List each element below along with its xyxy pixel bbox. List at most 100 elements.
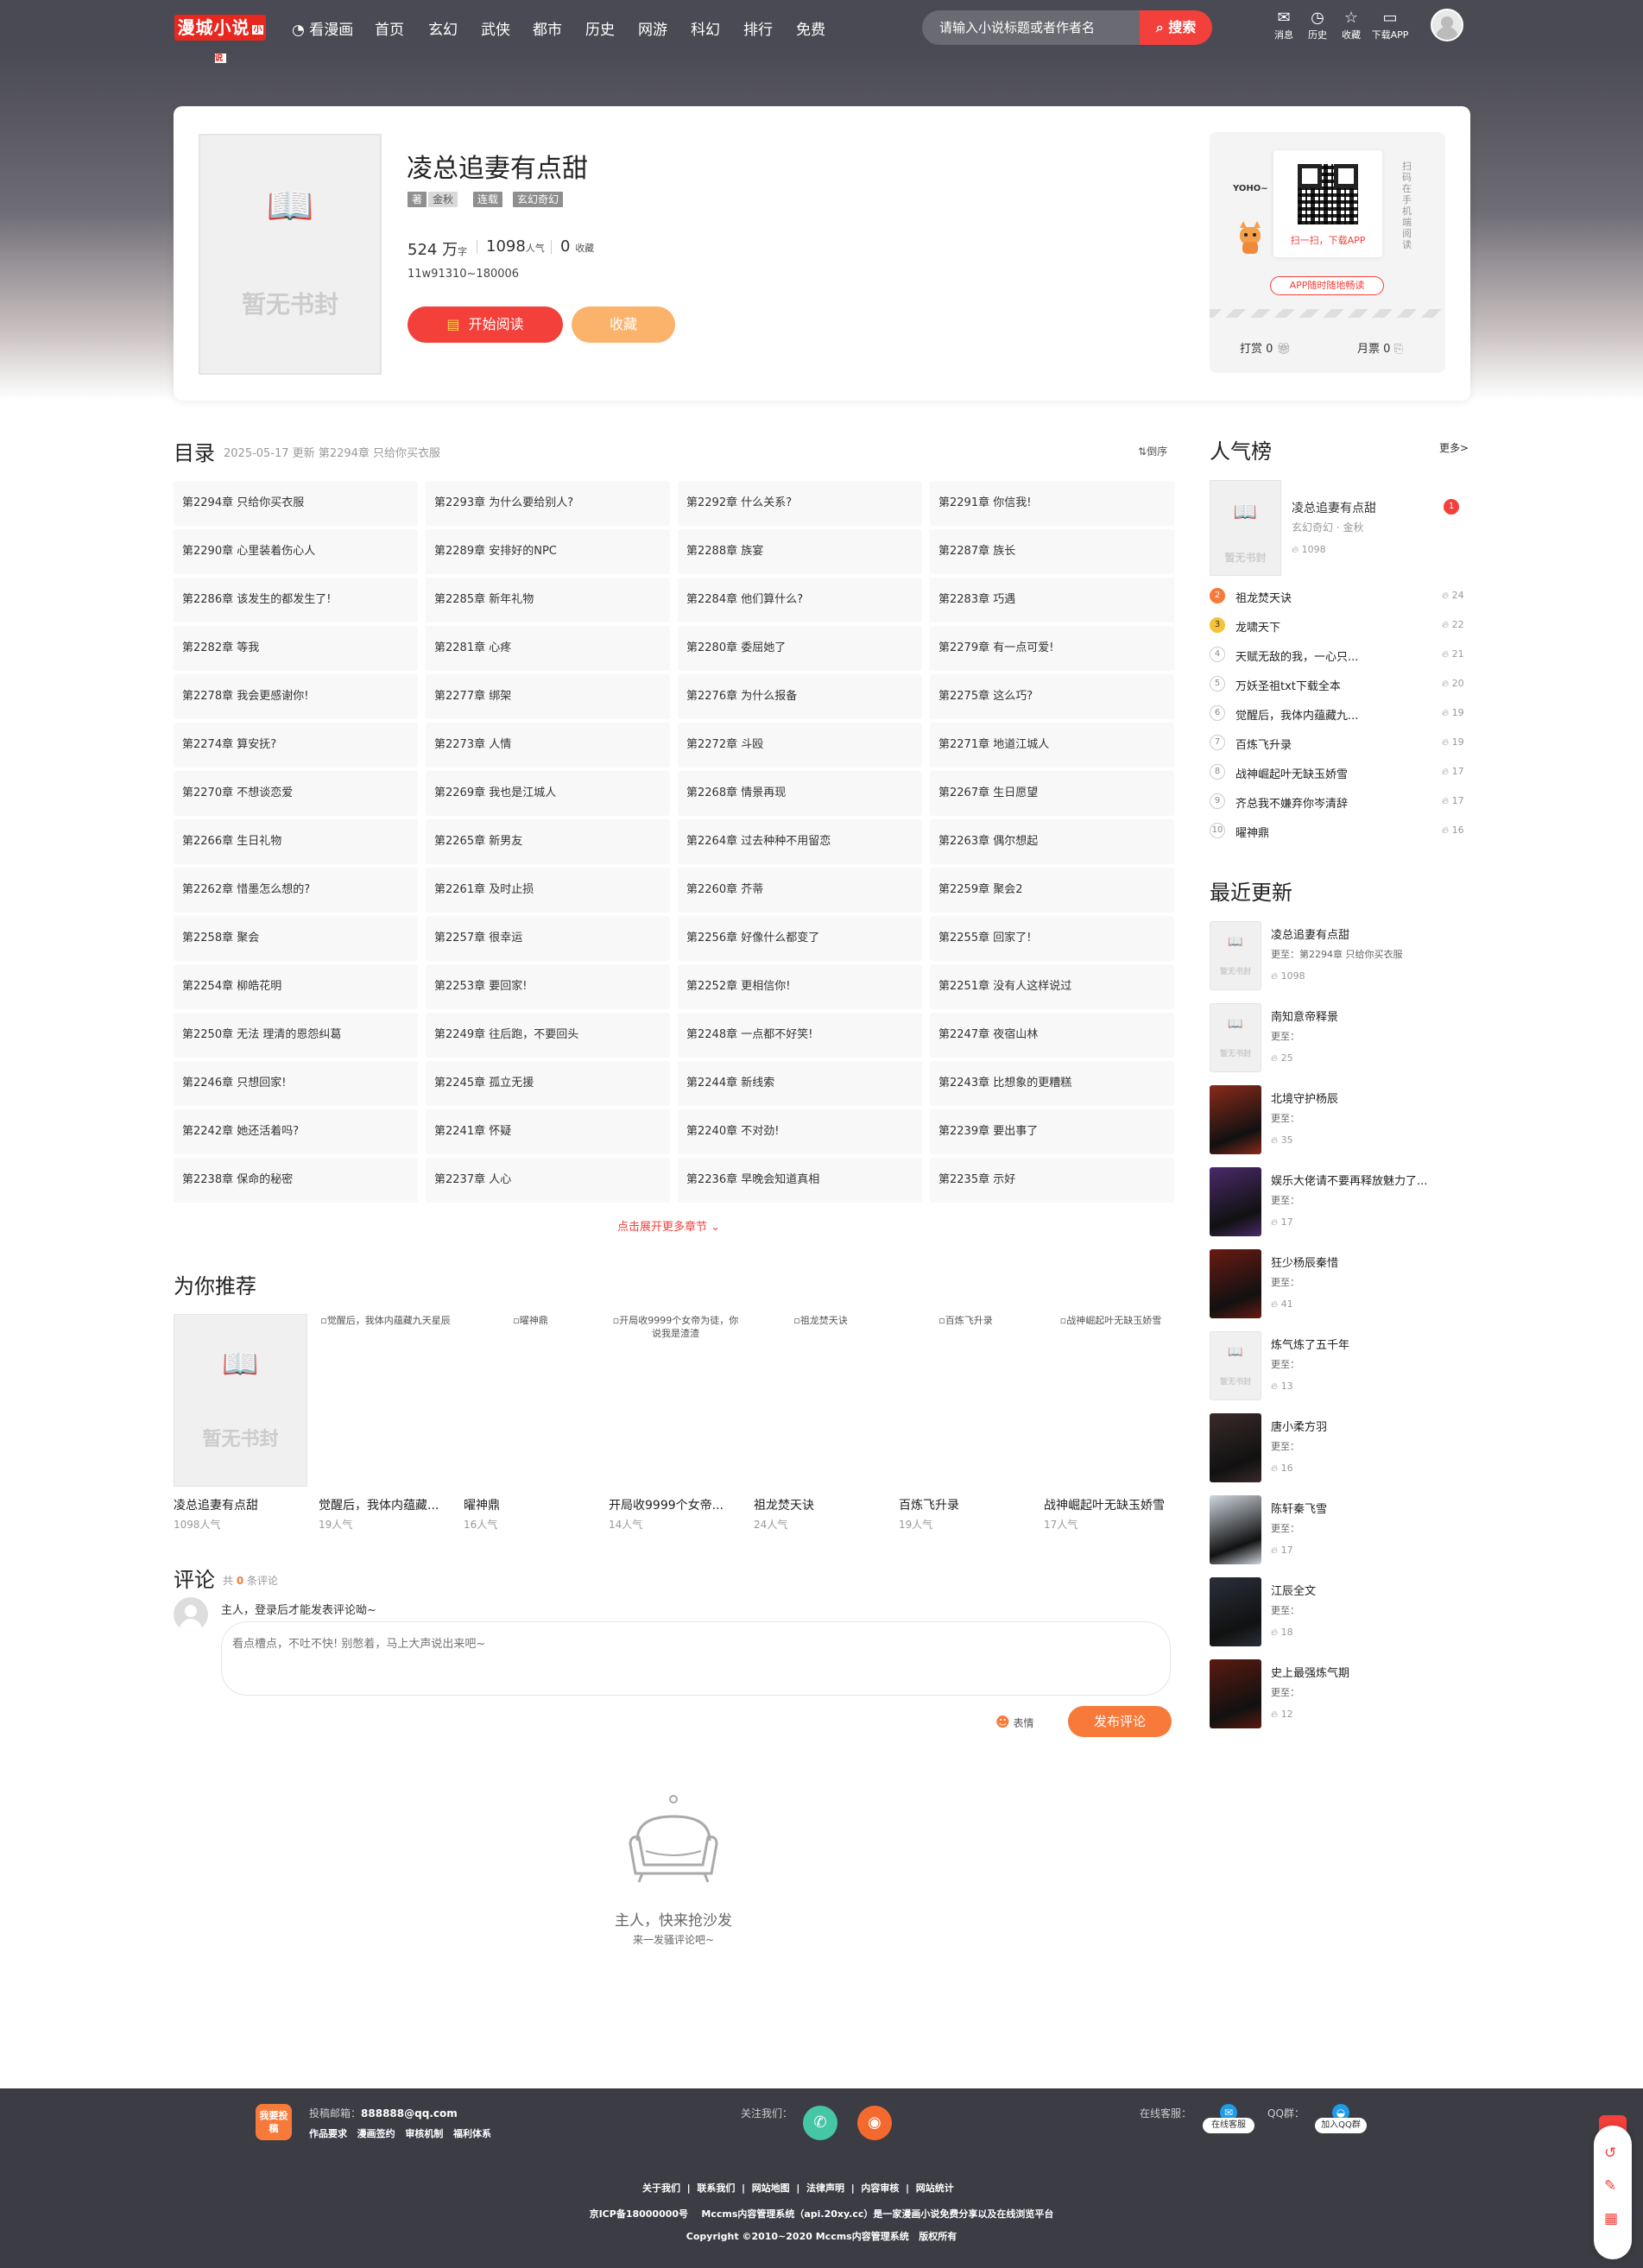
recommend-item[interactable]: ▫战神崛起叶无缺玉娇雪 bbox=[1044, 1314, 1178, 1487]
download-app-button[interactable]: ▭ 下载APP bbox=[1371, 9, 1409, 41]
update-title[interactable]: 北境守护杨辰 bbox=[1271, 1090, 1452, 1106]
messages-button[interactable]: ✉ 消息 bbox=[1265, 9, 1303, 41]
chapter-link[interactable]: 第2251章 没有人这样说过 bbox=[930, 964, 1174, 1009]
chapter-link[interactable]: 第2293章 为什么要给别人? bbox=[426, 481, 670, 526]
nav-item-comics[interactable]: ◔ 看漫画 bbox=[292, 17, 353, 39]
chapter-link[interactable]: 第2252章 更相信你! bbox=[678, 964, 922, 1009]
recommend-title[interactable]: 战神崛起叶无缺玉娇雪 bbox=[1044, 1496, 1178, 1513]
rank-item-title[interactable]: 龙啸天下 bbox=[1235, 618, 1280, 635]
chapter-link[interactable]: 第2288章 族宴 bbox=[678, 529, 922, 574]
add-favorite-button[interactable]: 收藏 bbox=[572, 306, 675, 343]
chapter-link[interactable]: 第2261章 及时止损 bbox=[426, 868, 670, 913]
update-title[interactable]: 炼气炼了五千年 bbox=[1271, 1336, 1452, 1352]
chapter-link[interactable]: 第2292章 什么关系? bbox=[678, 481, 922, 526]
sort-toggle[interactable]: ⇅倒序 bbox=[1138, 444, 1167, 458]
chapter-link[interactable]: 第2241章 怀疑 bbox=[426, 1109, 670, 1154]
chapter-link[interactable]: 第2283章 巧遇 bbox=[930, 578, 1174, 622]
chapter-link[interactable]: 第2272章 斗殴 bbox=[678, 723, 922, 768]
nav-item-ranking[interactable]: 排行 bbox=[743, 17, 773, 39]
edit-float-icon[interactable]: ✎ bbox=[1604, 2177, 1616, 2195]
chapter-link[interactable]: 第2238章 保命的秘密 bbox=[174, 1158, 418, 1203]
update-title[interactable]: 娱乐大佬请不要再释放魅力了... bbox=[1271, 1172, 1452, 1188]
chapter-link[interactable]: 第2286章 该发生的都发生了! bbox=[174, 578, 418, 622]
chapter-link[interactable]: 第2260章 芥蒂 bbox=[678, 868, 922, 913]
chapter-link[interactable]: 第2278章 我会更感谢你! bbox=[174, 674, 418, 719]
chapter-link[interactable]: 第2240章 不对劲! bbox=[678, 1109, 922, 1154]
ranking-more-link[interactable]: 更多> bbox=[1439, 440, 1469, 455]
chapter-link[interactable]: 第2282章 等我 bbox=[174, 626, 418, 671]
chapter-link[interactable]: 第2284章 他们算什么? bbox=[678, 578, 922, 622]
chapter-link[interactable]: 第2287章 族长 bbox=[930, 529, 1174, 574]
chapter-link[interactable]: 第2262章 惜墨怎么想的? bbox=[174, 868, 418, 913]
chapter-link[interactable]: 第2254章 柳皓花明 bbox=[174, 964, 418, 1009]
recommend-title[interactable]: 祖龙焚天诀 bbox=[754, 1496, 888, 1513]
chapter-link[interactable]: 第2294章 只给你买衣服 bbox=[174, 481, 418, 526]
chapter-link[interactable]: 第2267章 生日愿望 bbox=[930, 771, 1174, 816]
recommend-item[interactable]: ▫觉醒后，我体内蕴藏九天星辰 bbox=[319, 1314, 452, 1487]
chapter-link[interactable]: 第2248章 一点都不好笑! bbox=[678, 1013, 922, 1058]
recommend-title[interactable]: 曜神鼎 bbox=[464, 1496, 597, 1513]
chapter-link[interactable]: 第2263章 偶尔想起 bbox=[930, 819, 1174, 864]
update-cover[interactable] bbox=[1210, 1167, 1261, 1236]
author-name[interactable]: 金秋 bbox=[428, 192, 458, 207]
chapter-link[interactable]: 第2276章 为什么报备 bbox=[678, 674, 922, 719]
chapter-link[interactable]: 第2279章 有一点可爱! bbox=[930, 626, 1174, 671]
update-title[interactable]: 狂少杨辰秦惜 bbox=[1271, 1254, 1452, 1270]
chapter-link[interactable]: 第2266章 生日礼物 bbox=[174, 819, 418, 864]
site-logo[interactable]: 漫城小说 小说 bbox=[174, 15, 266, 63]
chapter-link[interactable]: 第2264章 过去种种不用留恋 bbox=[678, 819, 922, 864]
online-service-button[interactable]: ✉ 在线客服 bbox=[1203, 2104, 1254, 2133]
chapter-link[interactable]: 第2235章 示好 bbox=[930, 1158, 1174, 1203]
update-title[interactable]: 唐小柔方羽 bbox=[1271, 1418, 1452, 1434]
chapter-link[interactable]: 第2289章 安排好的NPC bbox=[426, 529, 670, 574]
recommend-title[interactable]: 百炼飞升录 bbox=[899, 1496, 1033, 1513]
search-button[interactable]: ⌕ 搜索 bbox=[1140, 10, 1212, 45]
chapter-link[interactable]: 第2274章 算安抚? bbox=[174, 723, 418, 768]
chapter-link[interactable]: 第2273章 人情 bbox=[426, 723, 670, 768]
update-cover[interactable] bbox=[1210, 1577, 1261, 1646]
update-cover[interactable]: 📖 暂无书封 bbox=[1210, 1003, 1261, 1072]
chapter-link[interactable]: 第2259章 聚会2 bbox=[930, 868, 1174, 913]
history-float-icon[interactable]: ↺ bbox=[1604, 2145, 1616, 2162]
nav-item-wuxia[interactable]: 武侠 bbox=[481, 17, 510, 39]
expand-chapters-link[interactable]: 点击展开更多章节 ⌄ bbox=[617, 1217, 720, 1234]
rank-item-title[interactable]: 齐总我不嫌弃你岑清辞 bbox=[1235, 794, 1348, 811]
nav-item-history[interactable]: 历史 bbox=[585, 17, 615, 39]
chapter-link[interactable]: 第2246章 只想回家! bbox=[174, 1061, 418, 1106]
chapter-link[interactable]: 第2243章 比想象的更糟糕 bbox=[930, 1061, 1174, 1106]
chapter-link[interactable]: 第2280章 委屈她了 bbox=[678, 626, 922, 671]
update-cover[interactable] bbox=[1210, 1659, 1261, 1728]
update-title[interactable]: 江辰全文 bbox=[1271, 1582, 1452, 1598]
chapter-link[interactable]: 第2281章 心疼 bbox=[426, 626, 670, 671]
update-title[interactable]: 陈轩秦飞雪 bbox=[1271, 1500, 1452, 1516]
chapter-link[interactable]: 第2257章 很幸运 bbox=[426, 916, 670, 961]
update-title[interactable]: 南知意帝释景 bbox=[1271, 1008, 1452, 1024]
chapter-link[interactable]: 第2249章 往后跑，不要回头 bbox=[426, 1013, 670, 1058]
favorites-button[interactable]: ☆ 收藏 bbox=[1332, 9, 1370, 41]
recommend-item[interactable]: ▫开局收9999个女帝为徒，你说我是渣渣 bbox=[609, 1314, 743, 1487]
nav-item-scifi[interactable]: 科幻 bbox=[691, 17, 720, 39]
chapter-link[interactable]: 第2285章 新年礼物 bbox=[426, 578, 670, 622]
update-cover[interactable]: 📖 暂无书封 bbox=[1210, 1331, 1261, 1400]
chapter-link[interactable]: 第2247章 夜宿山林 bbox=[930, 1013, 1174, 1058]
rank-item-title[interactable]: 百炼飞升录 bbox=[1235, 736, 1292, 752]
chapter-link[interactable]: 第2271章 地道江城人 bbox=[930, 723, 1174, 768]
monthly-ticket-button[interactable]: 月票 0 ⎘ bbox=[1357, 339, 1403, 356]
nav-item-home[interactable]: 首页 bbox=[375, 17, 404, 39]
nav-item-dushi[interactable]: 都市 bbox=[533, 17, 562, 39]
grid-float-icon[interactable]: ▦ bbox=[1604, 2210, 1618, 2227]
chapter-link[interactable]: 第2291章 你信我! bbox=[930, 481, 1174, 526]
submit-comment-button[interactable]: 发布评论 bbox=[1068, 1706, 1172, 1737]
rank-item-title[interactable]: 万妖圣祖txt下载全本 bbox=[1235, 677, 1341, 693]
comment-textarea[interactable] bbox=[221, 1621, 1171, 1696]
chapter-link[interactable]: 第2242章 她还活着吗? bbox=[174, 1109, 418, 1154]
recommend-item[interactable]: ▫祖龙焚天诀 bbox=[754, 1314, 888, 1487]
app-read-anywhere-button[interactable]: APP随时随地畅读 bbox=[1270, 276, 1384, 295]
update-title[interactable]: 凌总追妻有点甜 bbox=[1271, 926, 1452, 942]
chapter-link[interactable]: 第2245章 孤立无援 bbox=[426, 1061, 670, 1106]
update-cover[interactable] bbox=[1210, 1085, 1261, 1154]
nav-item-free[interactable]: 免费 bbox=[796, 17, 825, 39]
update-cover[interactable]: 📖 暂无书封 bbox=[1210, 921, 1261, 990]
chapter-link[interactable]: 第2253章 要回家! bbox=[426, 964, 670, 1009]
chapter-link[interactable]: 第2255章 回家了! bbox=[930, 916, 1174, 961]
